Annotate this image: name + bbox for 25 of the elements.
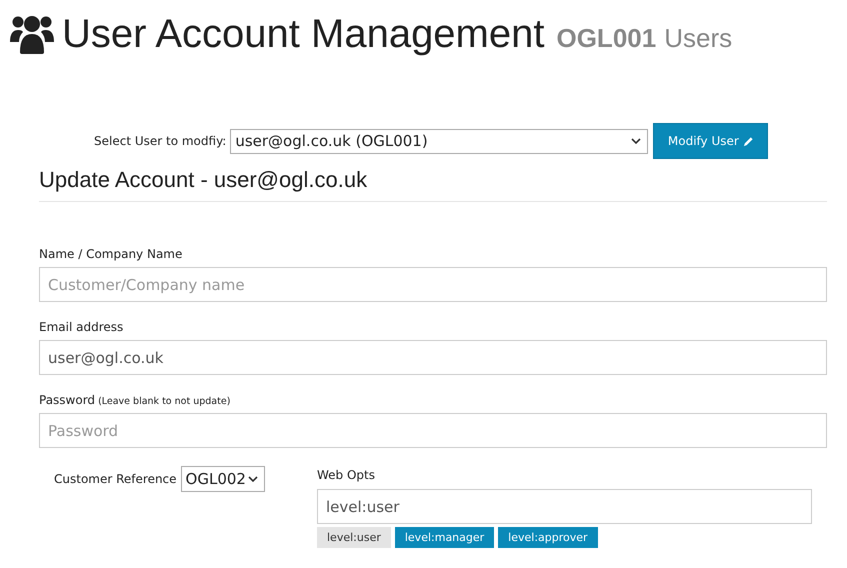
web-opts-field[interactable]: level:user bbox=[317, 489, 812, 524]
field-label: Email address bbox=[39, 320, 124, 334]
chevron-icon bbox=[248, 476, 258, 482]
chevron-icon bbox=[631, 138, 642, 144]
field-hint: (Leave blank to not update) bbox=[98, 396, 230, 407]
select-label: Select User to modfiy: bbox=[94, 134, 226, 148]
field-label: Password bbox=[39, 393, 96, 407]
input-field[interactable]: Password bbox=[39, 413, 827, 448]
account-code: OGL001 bbox=[556, 23, 656, 54]
customer-reference-label: Customer Reference bbox=[54, 472, 177, 486]
page-subtitle: Users bbox=[664, 23, 732, 54]
users-icon bbox=[10, 14, 54, 54]
pencil-icon bbox=[742, 136, 754, 146]
input-field[interactable]: Customer/Company name bbox=[39, 267, 827, 302]
modify-user-button[interactable]: Modify User bbox=[653, 123, 768, 159]
customer-reference-dropdown[interactable]: OGL002 bbox=[180, 466, 265, 492]
field-label: Name / Company Name bbox=[39, 247, 182, 261]
page-title: User Account Management bbox=[62, 12, 544, 57]
level-option-button[interactable]: level:manager bbox=[394, 527, 494, 548]
user-dropdown[interactable]: user@ogl.co.uk (OGL001) bbox=[230, 128, 648, 154]
input-field[interactable]: user@ogl.co.uk bbox=[39, 340, 827, 375]
level-option-button[interactable]: level:approver bbox=[498, 527, 598, 548]
web-opts-label: Web Opts bbox=[317, 468, 376, 482]
section-heading: Update Account - user@ogl.co.uk bbox=[39, 159, 827, 202]
level-option-button[interactable]: level:user bbox=[317, 527, 391, 548]
